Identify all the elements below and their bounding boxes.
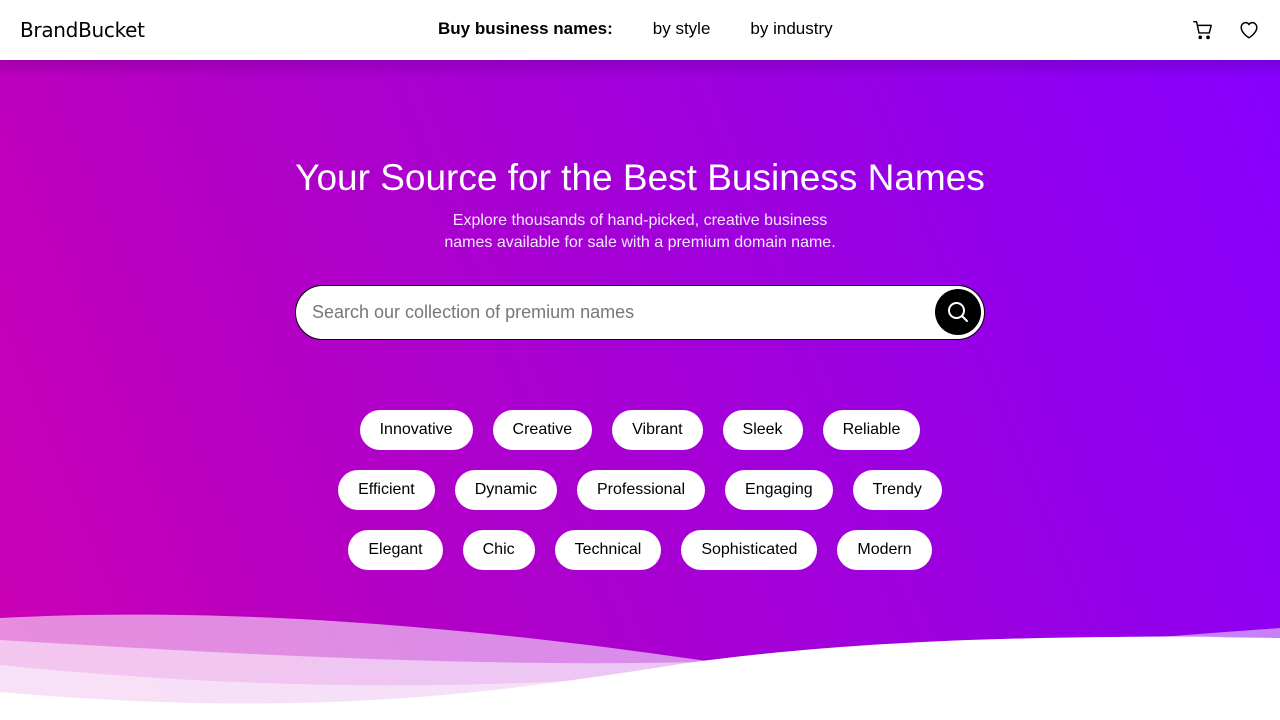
favorites-button[interactable] [1237,18,1261,42]
cart-icon [1193,21,1212,40]
search-input[interactable] [312,295,922,329]
style-tags: Innovative Creative Vibrant Sleek Reliab… [0,410,1280,590]
search-icon [948,302,968,322]
hero-subtitle-line-2: names available for sale with a premium … [444,234,836,251]
style-tag-elegant[interactable]: Elegant [348,530,443,570]
style-tag-row: Innovative Creative Vibrant Sleek Reliab… [0,410,1280,450]
style-tag-professional[interactable]: Professional [576,470,706,510]
top-navigation-bar: BrandBucket Buy business names: by style… [0,0,1280,60]
nav-link-by-style[interactable]: by style [653,19,711,39]
style-tag-innovative[interactable]: Innovative [359,410,473,450]
style-tag-chic[interactable]: Chic [462,530,535,570]
cart-button[interactable] [1191,18,1215,42]
style-tag-trendy[interactable]: Trendy [852,470,942,510]
style-tag-sleek[interactable]: Sleek [722,410,803,450]
style-tag-row: Efficient Dynamic Professional Engaging … [0,470,1280,510]
hero-section: Your Source for the Best Business Names … [0,60,1280,720]
hero-subtitle: Explore thousands of hand-picked, creati… [440,210,840,254]
nav-link-by-industry[interactable]: by industry [750,19,832,39]
hero-title: Your Source for the Best Business Names [295,157,985,198]
style-tag-row: Elegant Chic Technical Sophisticated Mod… [0,530,1280,570]
search-button[interactable] [935,289,981,335]
heart-icon [1240,21,1258,39]
style-tag-technical[interactable]: Technical [554,530,662,570]
hero-bottom-waves [0,614,1280,720]
style-tag-dynamic[interactable]: Dynamic [454,470,557,510]
style-tag-engaging[interactable]: Engaging [725,470,833,510]
style-tag-creative[interactable]: Creative [492,410,593,450]
style-tag-vibrant[interactable]: Vibrant [612,410,703,450]
style-tag-sophisticated[interactable]: Sophisticated [681,530,818,570]
hero-subtitle-line-1: Explore thousands of hand-picked, creati… [452,212,828,229]
style-tag-modern[interactable]: Modern [837,530,932,570]
brandbucket-logo[interactable]: BrandBucket [20,18,145,42]
header-shadow [0,60,1280,78]
main-nav: Buy business names: by style by industry [438,19,873,39]
style-tag-efficient[interactable]: Efficient [338,470,435,510]
search-bar [295,285,985,340]
style-tag-reliable[interactable]: Reliable [822,410,921,450]
nav-title: Buy business names: [438,19,613,38]
